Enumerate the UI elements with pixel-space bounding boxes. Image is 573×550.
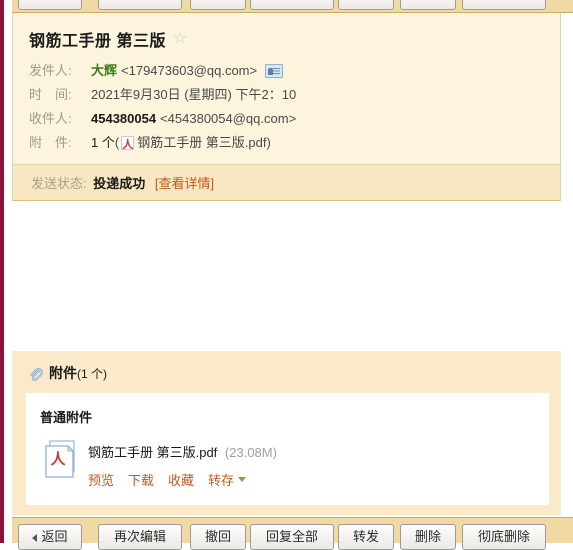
window-left-gutter [4,0,12,543]
favorite-link[interactable]: 收藏 [168,470,194,489]
contact-card-icon[interactable] [265,64,284,78]
bottom-toolbar: 返回 再次编辑 撤回 回复全部 转发 删除 彻底删除 [12,517,573,550]
attachment-open-paren: ( [114,135,120,150]
time-value: 2021年9月30日 (星期四) 下午2：10 [91,87,297,102]
bottom-button-label: 返回 [41,529,68,544]
attachment-count: 1 个 [91,135,115,150]
attachment-filename-inline[interactable]: 钢筋工手册 第三版.pdf [137,132,266,154]
pdf-icon [121,134,135,156]
file-meta: 钢筋工手册 第三版.pdf (23.08M) 预览 下载 收藏 转存 [88,440,277,489]
bottom-button-label: 再次编辑 [113,529,166,544]
attachment-label: 附 件: [29,135,72,150]
download-link[interactable]: 下载 [128,470,154,489]
file-size: (23.08M) [224,445,277,460]
bottom-button-label: 彻底删除 [477,529,530,544]
status-label: 发送状态: [31,176,87,191]
attachment-panel-title: 附件 [49,365,77,381]
bottom-button-转发[interactable]: 转发 [338,524,394,550]
pdf-file-icon: 人 [44,440,78,478]
list-item: 人 钢筋工手册 第三版.pdf (23.08M) 预览 下载 收藏 转存 [40,440,549,489]
bottom-button-label: 删除 [414,529,441,544]
status-badge: 投递成功 [93,176,146,191]
message-body [12,201,561,351]
attachment-list-body: 普通附件 人 钢筋工手册 第三版.pdf (23.08M) 预览 下载 收藏 转… [26,393,549,505]
sender-row: 发件人: 大辉 <179473603@qq.com> [13,59,560,83]
file-actions: 预览 下载 收藏 转存 [88,470,277,489]
send-status-bar: 发送状态: 投递成功 [查看详情] [13,164,560,201]
bottom-button-回复全部[interactable]: 回复全部 [250,524,334,550]
attachment-summary-row: 附 件: 1 个 ( 钢筋工手册 第三版.pdf ) [13,131,560,156]
bottom-button-彻底删除[interactable]: 彻底删除 [462,524,546,550]
bottom-button-label: 转发 [352,529,379,544]
attachment-group-title: 普通附件 [40,410,93,425]
top-toolbar-button-6[interactable] [462,0,546,10]
top-toolbar-button-3[interactable] [250,0,334,10]
back-arrow-icon [32,533,38,542]
attachment-panel-count: (1 个) [77,366,108,381]
subject-row: 钢筋工手册 第三版 ☆ [13,23,560,59]
recipient-row: 收件人: 454380054 <454380054@qq.com> [13,107,560,131]
bottom-button-删除[interactable]: 删除 [400,524,456,550]
message-header-panel: 钢筋工手册 第三版 ☆ 发件人: 大辉 <179473603@qq.com> 时… [12,13,561,201]
top-toolbar-button-0[interactable] [18,0,82,10]
top-toolbar-button-1[interactable] [98,0,182,10]
page-title: 钢筋工手册 第三版 [29,33,166,50]
top-toolbar [12,0,573,13]
svg-text:人: 人 [50,450,66,468]
sender-name[interactable]: 大辉 [91,60,117,82]
time-row: 时 间: 2021年9月30日 (星期四) 下午2：10 [13,83,560,107]
sender-label: 发件人: [29,63,72,78]
view-detail-link[interactable]: [查看详情] [155,176,214,191]
save-to-link[interactable]: 转存 [208,470,234,489]
top-toolbar-button-2[interactable] [190,0,246,10]
attachment-panel: 附件 (1 个) 普通附件 人 钢筋工手册 第三版.pdf (23.08M) 预 [12,351,561,515]
bottom-button-label: 回复全部 [265,529,318,544]
recipient-name[interactable]: 454380054 [91,108,156,130]
bottom-button-返回[interactable]: 返回 [18,524,82,550]
star-icon[interactable]: ☆ [173,31,187,47]
preview-link[interactable]: 预览 [88,470,114,489]
bottom-button-撤回[interactable]: 撤回 [190,524,246,550]
sender-address[interactable]: <179473603@qq.com> [121,60,257,82]
bottom-button-再次编辑[interactable]: 再次编辑 [98,524,182,550]
attachment-panel-header: 附件 (1 个) [12,351,561,393]
bottom-button-label: 撤回 [204,529,231,544]
recipient-address[interactable]: <454380054@qq.com> [160,108,296,130]
time-label: 时 间: [29,87,72,102]
top-toolbar-button-5[interactable] [400,0,456,10]
file-name-row: 钢筋工手册 第三版.pdf (23.08M) [88,442,277,461]
chevron-down-icon[interactable] [238,477,247,482]
recipient-label: 收件人: [29,111,72,126]
file-name[interactable]: 钢筋工手册 第三版.pdf [88,445,217,460]
window-left-edge-stripe [0,0,4,543]
attachment-close-paren: ) [266,135,271,150]
paperclip-icon [28,366,43,381]
top-toolbar-button-4[interactable] [338,0,394,10]
